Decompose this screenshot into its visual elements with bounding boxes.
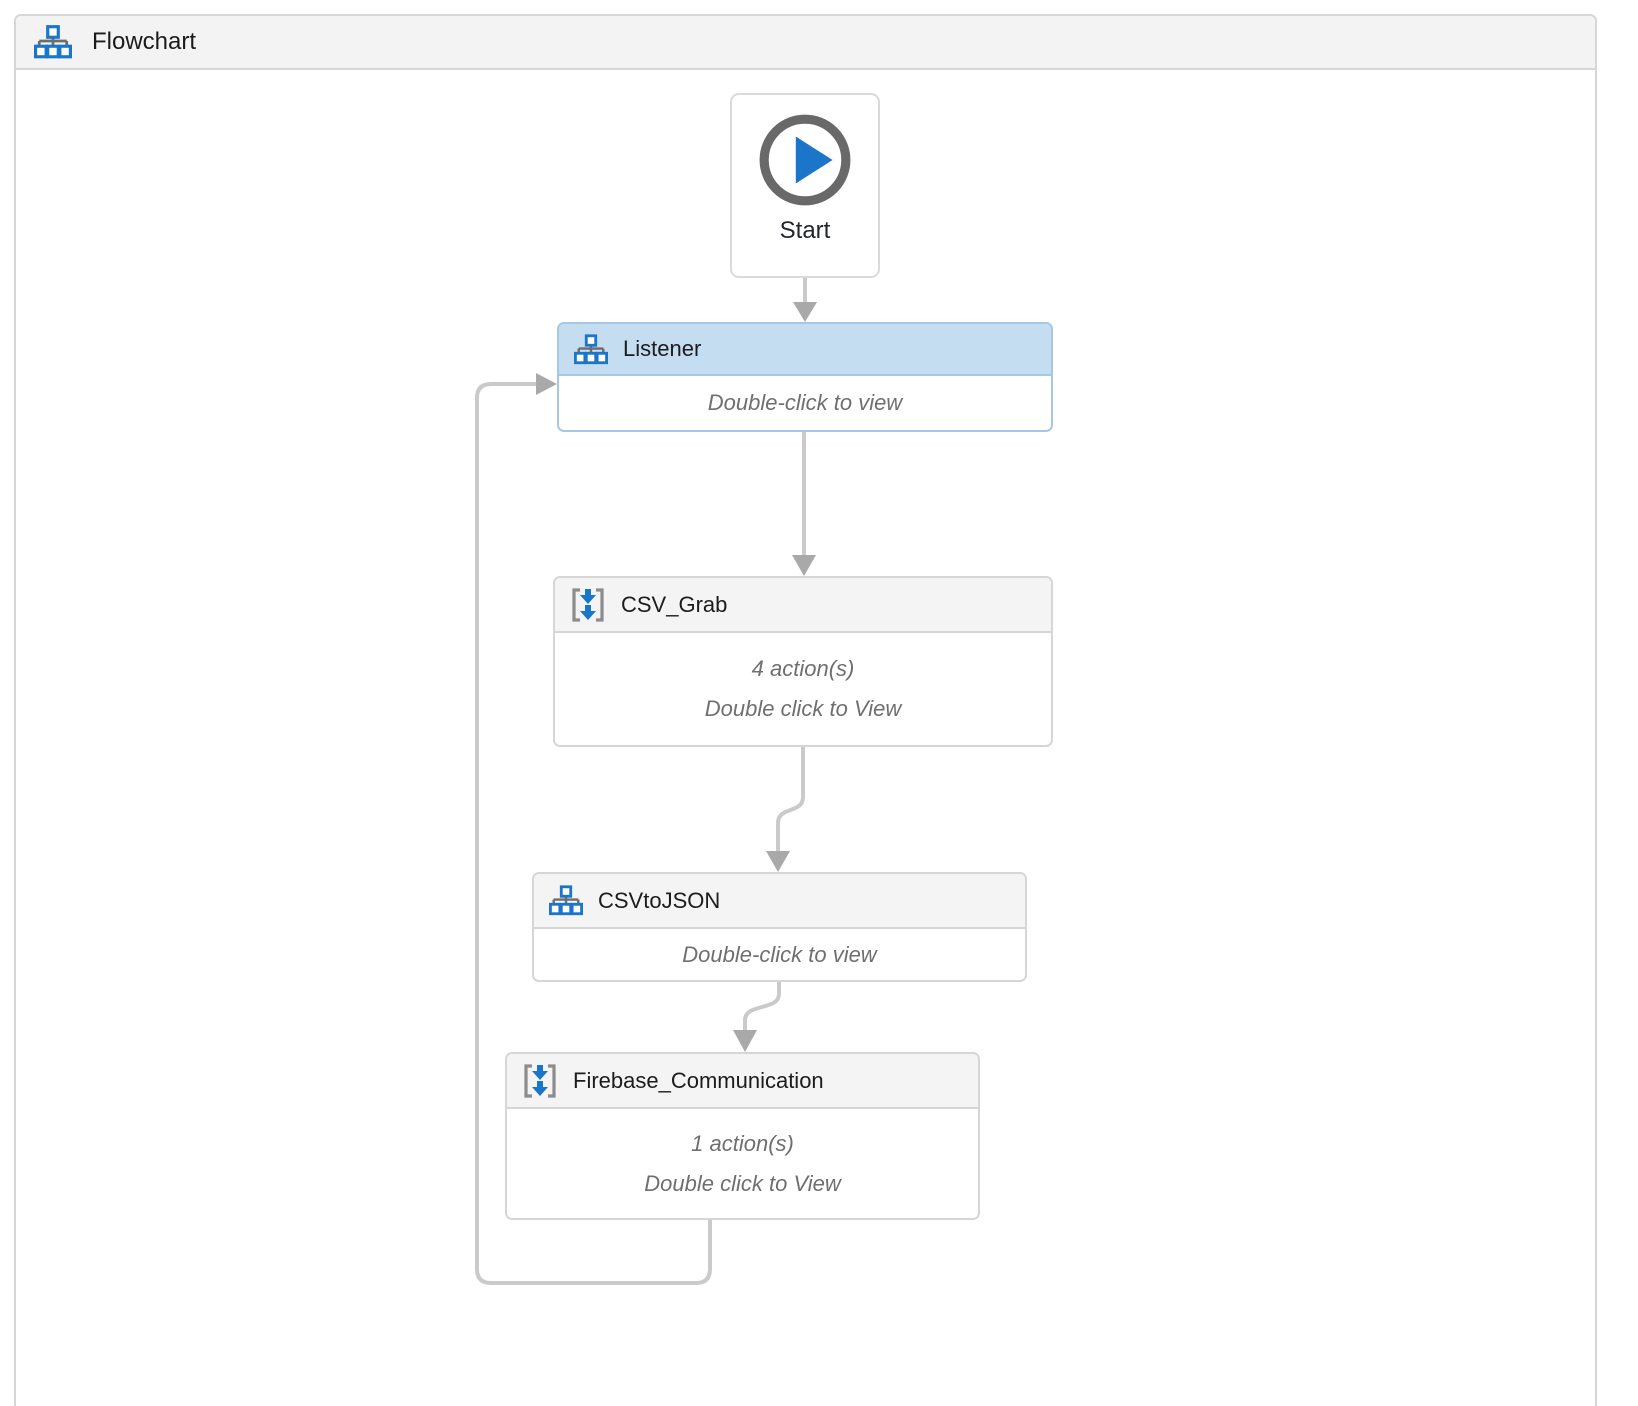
flowchart-icon — [574, 333, 608, 364]
listener-body: Double-click to view — [559, 376, 1051, 430]
panel-title: Flowchart — [92, 28, 197, 55]
csv-grab-actions: 4 action(s) — [751, 656, 855, 681]
node-listener[interactable]: Listener Double-click to view — [557, 322, 1053, 432]
firebase-body: 1 action(s) Double click to View — [507, 1109, 978, 1218]
listener-title: Listener — [623, 336, 702, 361]
firebase-title: Firebase_Communication — [573, 1067, 824, 1093]
csvtojson-hint: Double-click to view — [682, 941, 877, 967]
listener-header: Listener — [559, 324, 1051, 376]
node-csvtojson[interactable]: CSVtoJSON Double-click to view — [532, 872, 1027, 982]
firebase-hint: Double click to View — [644, 1170, 841, 1196]
flowchart-designer: Flowchart Start Listener Double-click to… — [0, 0, 1638, 1406]
flowchart-panel-header[interactable]: Flowchart — [16, 16, 1595, 70]
csv-grab-header: CSV_Grab — [555, 578, 1051, 633]
flowchart-icon — [549, 885, 583, 916]
listener-hint: Double-click to view — [707, 390, 903, 415]
csvtojson-body: Double-click to view — [534, 929, 1025, 980]
firebase-header: Firebase_Communication — [507, 1054, 978, 1109]
play-icon — [759, 114, 851, 206]
node-csv-grab[interactable]: CSV_Grab 4 action(s) Double click to Vie… — [553, 576, 1053, 747]
flowchart-icon — [34, 25, 72, 59]
node-firebase-communication[interactable]: Firebase_Communication 1 action(s) Doubl… — [505, 1052, 980, 1220]
csvtojson-header: CSVtoJSON — [534, 874, 1025, 929]
invoke-workflow-icon — [524, 1063, 556, 1098]
node-start[interactable]: Start — [730, 93, 880, 278]
start-label: Start — [779, 217, 831, 244]
firebase-actions: 1 action(s) — [691, 1130, 794, 1156]
csvtojson-title: CSVtoJSON — [598, 887, 721, 913]
csv-grab-body: 4 action(s) Double click to View — [555, 633, 1051, 745]
csv-grab-title: CSV_Grab — [621, 591, 728, 617]
csv-grab-hint: Double click to View — [704, 696, 902, 721]
invoke-workflow-icon — [572, 587, 604, 622]
